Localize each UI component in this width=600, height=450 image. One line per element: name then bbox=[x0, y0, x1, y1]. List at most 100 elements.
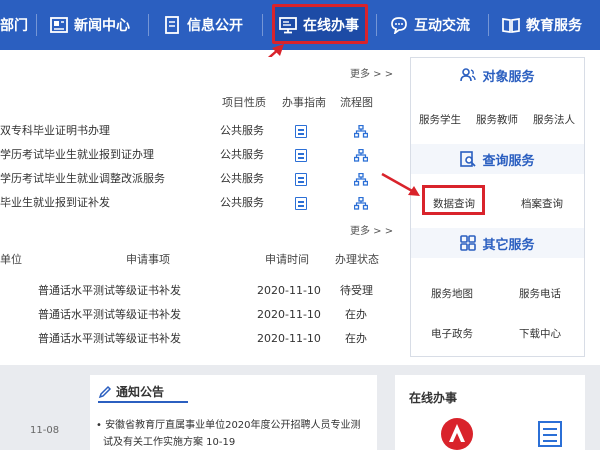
table-row[interactable]: 毕业生就业报到证补发 公共服务 bbox=[0, 191, 395, 215]
service-type: 公共服务 bbox=[220, 172, 264, 185]
guide-icon[interactable] bbox=[295, 125, 307, 138]
nav-divider bbox=[148, 14, 149, 36]
nav-item-education[interactable]: 教育服务 bbox=[502, 0, 582, 50]
monitor-icon bbox=[279, 17, 297, 34]
nav-divider bbox=[262, 14, 263, 36]
service-list-panel: 更多 > > 项目性质 办事指南 流程图 双专科毕业证明书办理 公共服务 学历考… bbox=[0, 57, 395, 237]
search-document-icon bbox=[460, 151, 477, 167]
nav-label: 部门 bbox=[0, 18, 28, 34]
annotation-arrow bbox=[381, 172, 420, 196]
table-row[interactable]: 普通话水平测试等级证书补发 2020-11-10 待受理 bbox=[0, 279, 395, 303]
service-name[interactable]: 毕业生就业报到证补发 bbox=[0, 191, 110, 215]
users-icon bbox=[460, 68, 477, 82]
document-icon bbox=[165, 16, 179, 34]
application-list-panel: 更多 > > 单位 申请事项 申请时间 办理状态 普通话水平测试等级证书补发 2… bbox=[0, 222, 395, 357]
table-row[interactable]: 学历考试毕业生就业调整改派服务 公共服务 bbox=[0, 167, 395, 191]
grid-icon bbox=[460, 235, 477, 251]
nav-item-interaction[interactable]: 互动交流 bbox=[390, 0, 470, 50]
nav-divider bbox=[36, 14, 37, 36]
news-icon bbox=[50, 17, 68, 33]
application-status: 在办 bbox=[345, 308, 367, 321]
service-sidebar: 对象服务 服务学生 服务教师 服务法人 查询服务 数据查询 档案查询 其它服务 … bbox=[410, 57, 585, 357]
link-service-map[interactable]: 服务地图 bbox=[431, 286, 473, 301]
nav-label: 教育服务 bbox=[526, 18, 582, 34]
table-header: 项目性质 办事指南 流程图 bbox=[0, 91, 395, 115]
chat-icon bbox=[391, 17, 407, 34]
link-service-phone[interactable]: 服务电话 bbox=[519, 286, 561, 301]
book-icon bbox=[502, 18, 520, 33]
column-header-flow: 流程图 bbox=[340, 96, 373, 109]
nav-label: 在线办事 bbox=[303, 18, 359, 34]
table-row[interactable]: 普通话水平测试等级证书补发 2020-11-10 在办 bbox=[0, 303, 395, 327]
notice-card: 通知公告 • 安徽省教育厅直属事业单位2020年度公开招聘人员专业测 试及有关工… bbox=[90, 375, 377, 450]
nav-label: 信息公开 bbox=[187, 18, 243, 34]
application-time: 2020-11-10 bbox=[257, 284, 321, 297]
service-logo-icon[interactable] bbox=[440, 417, 474, 450]
notice-title: 通知公告 bbox=[116, 385, 165, 399]
application-status: 待受理 bbox=[340, 284, 373, 297]
column-header-time: 申请时间 bbox=[265, 253, 309, 266]
column-header-status: 办理状态 bbox=[335, 253, 379, 266]
table-header: 单位 申请事项 申请时间 办理状态 bbox=[0, 248, 395, 272]
service-type: 公共服务 bbox=[220, 196, 264, 209]
nav-label: 互动交流 bbox=[414, 18, 470, 34]
document-list-icon[interactable] bbox=[537, 420, 563, 448]
nav-item-department[interactable]: 部门 bbox=[0, 0, 28, 50]
column-header-unit: 单位 bbox=[0, 253, 22, 266]
nav-item-info-public[interactable]: 信息公开 bbox=[163, 0, 243, 50]
flowchart-icon[interactable] bbox=[354, 173, 368, 186]
section-title: 查询服务 bbox=[482, 153, 535, 169]
service-name[interactable]: 双专科毕业证明书办理 bbox=[0, 119, 110, 143]
notice-item-line-2[interactable]: 试及有关工作实施方案 10-19 bbox=[103, 433, 235, 448]
service-type: 公共服务 bbox=[220, 124, 264, 137]
guide-icon[interactable] bbox=[295, 197, 307, 210]
application-item[interactable]: 普通话水平测试等级证书补发 bbox=[38, 303, 181, 327]
nav-item-news[interactable]: 新闻中心 bbox=[50, 0, 130, 50]
table-row[interactable]: 学历考试毕业生就业报到证办理 公共服务 bbox=[0, 143, 395, 167]
application-item[interactable]: 普通话水平测试等级证书补发 bbox=[38, 279, 181, 303]
data-query-highlight bbox=[422, 185, 485, 215]
pen-icon bbox=[98, 385, 112, 398]
table-row[interactable]: 双专科毕业证明书办理 公共服务 bbox=[0, 119, 395, 143]
link-e-government[interactable]: 电子政务 bbox=[431, 326, 473, 341]
section-title: 其它服务 bbox=[482, 237, 535, 253]
link-serve-legal-persons[interactable]: 服务法人 bbox=[533, 112, 575, 127]
other-service-title: 其它服务 bbox=[411, 228, 584, 258]
service-name[interactable]: 学历考试毕业生就业调整改派服务 bbox=[0, 167, 165, 191]
section-title: 对象服务 bbox=[482, 69, 535, 85]
online-service-title: 在线办事 bbox=[409, 391, 458, 405]
service-name[interactable]: 学历考试毕业生就业报到证办理 bbox=[0, 143, 154, 167]
application-item[interactable]: 普通话水平测试等级证书补发 bbox=[38, 327, 181, 351]
flowchart-icon[interactable] bbox=[354, 149, 368, 162]
nav-divider bbox=[488, 14, 489, 36]
online-service-card: 在线办事 bbox=[395, 375, 585, 450]
link-serve-teachers[interactable]: 服务教师 bbox=[476, 112, 518, 127]
link-download-center[interactable]: 下载中心 bbox=[519, 326, 561, 341]
query-service-title: 查询服务 bbox=[411, 144, 584, 174]
service-type: 公共服务 bbox=[220, 148, 264, 161]
top-navigation: 部门 新闻中心 信息公开 在线办事 互动交流 教育服务 bbox=[0, 0, 600, 50]
column-header-type: 项目性质 bbox=[222, 96, 266, 109]
object-service-title: 对象服务 bbox=[411, 60, 584, 90]
guide-icon[interactable] bbox=[295, 173, 307, 186]
link-serve-students[interactable]: 服务学生 bbox=[419, 112, 461, 127]
application-status: 在办 bbox=[345, 332, 367, 345]
news-date: 11-08 bbox=[30, 425, 60, 436]
guide-icon[interactable] bbox=[295, 149, 307, 162]
column-header-item: 申请事项 bbox=[126, 253, 170, 266]
nav-divider bbox=[376, 14, 377, 36]
application-time: 2020-11-10 bbox=[257, 308, 321, 321]
flowchart-icon[interactable] bbox=[354, 125, 368, 138]
more-link[interactable]: 更多 > > bbox=[350, 222, 393, 237]
notice-item-line-1[interactable]: • 安徽省教育厅直属事业单位2020年度公开招聘人员专业测 bbox=[96, 416, 361, 431]
notice-header: 通知公告 bbox=[98, 383, 164, 400]
column-header-guide: 办事指南 bbox=[282, 96, 326, 109]
flowchart-icon[interactable] bbox=[354, 197, 368, 210]
application-time: 2020-11-10 bbox=[257, 332, 321, 345]
nav-label: 新闻中心 bbox=[74, 18, 130, 34]
table-row[interactable]: 普通话水平测试等级证书补发 2020-11-10 在办 bbox=[0, 327, 395, 351]
link-archive-query[interactable]: 档案查询 bbox=[521, 196, 563, 211]
title-underline bbox=[98, 401, 188, 403]
more-link[interactable]: 更多 > > bbox=[350, 65, 393, 80]
nav-item-online-service[interactable]: 在线办事 bbox=[279, 0, 359, 50]
